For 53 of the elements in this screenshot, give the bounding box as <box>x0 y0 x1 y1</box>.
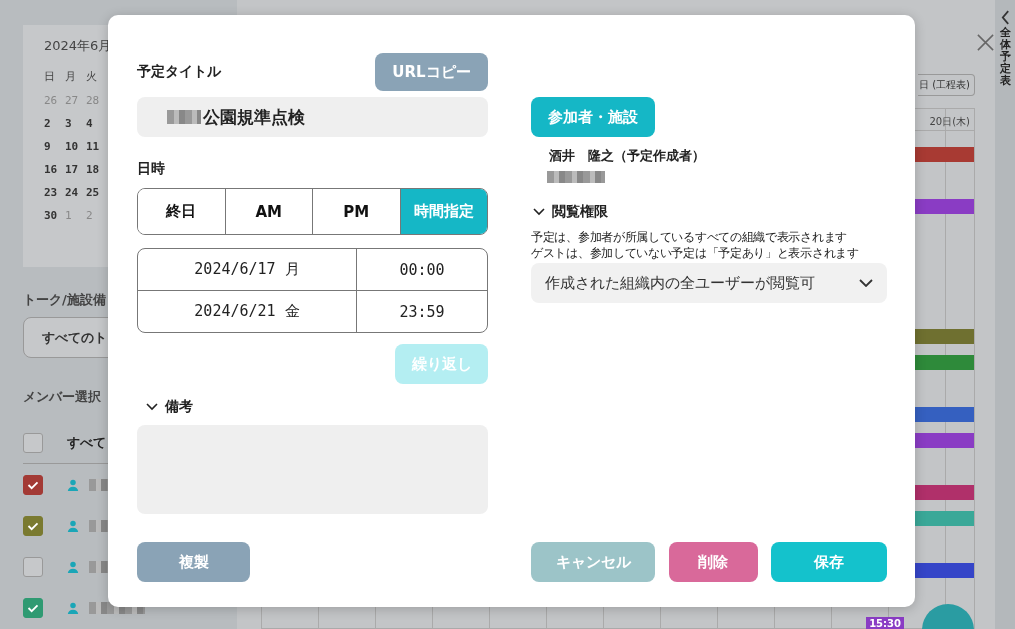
calendar-day[interactable]: 25 <box>86 186 107 199</box>
field-label: 日時 <box>137 160 166 178</box>
person-icon <box>67 561 79 574</box>
calendar-day[interactable]: 17 <box>65 163 86 176</box>
permission-toggle[interactable]: 閲覧権限 <box>531 203 887 221</box>
event-label[interactable]: 15:30 <box>866 617 904 629</box>
chevron-down-icon <box>533 208 545 216</box>
side-tab-label: 全体予定表 <box>999 27 1011 88</box>
calendar-day[interactable]: 10 <box>65 140 86 153</box>
weekday-label: 日 <box>44 69 56 84</box>
person-icon <box>67 479 79 492</box>
notes-toggle[interactable]: 備考 <box>137 398 488 416</box>
month-label: 2024年6月 <box>44 37 113 55</box>
field-label: 予定タイトル <box>137 63 221 81</box>
time-field[interactable]: 23:59 <box>357 291 487 332</box>
section-label: トーク/施設備 <box>23 291 106 310</box>
title-field[interactable]: 公園規準点検 <box>137 97 488 137</box>
blurred-text <box>547 171 605 183</box>
checkbox[interactable] <box>23 475 43 496</box>
calendar-day[interactable]: 3 <box>65 117 86 130</box>
checkbox[interactable] <box>23 516 43 537</box>
calendar-day[interactable]: 2 <box>44 117 65 130</box>
chevron-left-icon <box>1000 10 1010 25</box>
checkbox[interactable] <box>23 598 43 619</box>
close-icon[interactable] <box>976 33 995 52</box>
person-icon <box>67 520 79 533</box>
checkbox[interactable] <box>23 557 43 578</box>
organizer-name: 酒井 隆之（予定作成者） <box>549 147 706 165</box>
calendar-day[interactable]: 24 <box>65 186 86 199</box>
chevron-down-icon <box>859 279 873 287</box>
permission-note: 予定は、参加者が所属しているすべての組織で表示されます <box>531 229 847 245</box>
checkbox[interactable] <box>23 432 43 453</box>
section-label: メンバー選択 <box>23 388 101 407</box>
calendar-day[interactable]: 11 <box>86 140 107 153</box>
calendar-day[interactable]: 23 <box>44 186 65 199</box>
permission-select[interactable]: 作成された組織内の全ユーザーが閲覧可 <box>531 263 887 303</box>
date-field[interactable]: 2024/6/17 月 <box>138 249 357 290</box>
permission-note: ゲストは、参加していない予定は「予定あり」と表示されます <box>531 245 859 261</box>
view-button[interactable]: 日 (工程表) <box>918 74 975 96</box>
weekday-label: 月 <box>65 69 77 84</box>
calendar-day[interactable]: 30 <box>44 209 65 222</box>
time-field[interactable]: 00:00 <box>357 249 487 290</box>
chevron-down-icon <box>146 403 158 411</box>
calendar-day[interactable]: 4 <box>86 117 107 130</box>
calendar-day[interactable]: 16 <box>44 163 65 176</box>
member-label: すべて <box>67 433 106 452</box>
calendar-day[interactable]: 9 <box>44 140 65 153</box>
person-icon <box>67 602 79 615</box>
weekday-label: 火 <box>86 69 98 84</box>
side-tab[interactable]: 全体予定表 <box>995 0 1015 629</box>
day-header: 20日(木) <box>929 115 970 129</box>
calendar-day[interactable]: 18 <box>86 163 107 176</box>
date-field[interactable]: 2024/6/21 金 <box>138 291 357 332</box>
